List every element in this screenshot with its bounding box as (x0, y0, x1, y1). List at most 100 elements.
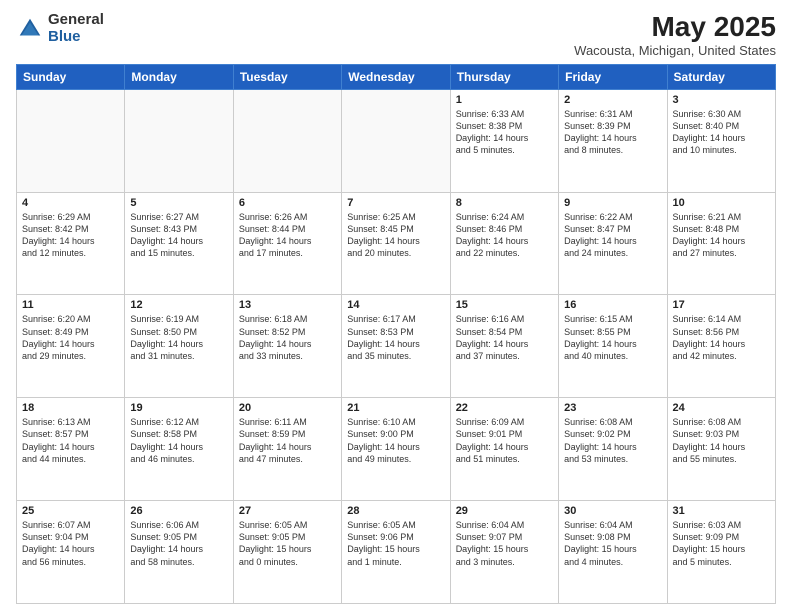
calendar-cell-1-0: 4Sunrise: 6:29 AM Sunset: 8:42 PM Daylig… (17, 192, 125, 295)
day-info-4-4: Sunrise: 6:04 AM Sunset: 9:07 PM Dayligh… (456, 519, 553, 568)
day-info-3-3: Sunrise: 6:10 AM Sunset: 9:00 PM Dayligh… (347, 416, 444, 465)
generalblue-logo-icon (16, 15, 44, 43)
day-info-1-3: Sunrise: 6:25 AM Sunset: 8:45 PM Dayligh… (347, 211, 444, 260)
day-info-4-5: Sunrise: 6:04 AM Sunset: 9:08 PM Dayligh… (564, 519, 661, 568)
calendar-cell-1-4: 8Sunrise: 6:24 AM Sunset: 8:46 PM Daylig… (450, 192, 558, 295)
day-info-3-2: Sunrise: 6:11 AM Sunset: 8:59 PM Dayligh… (239, 416, 336, 465)
day-number-0-6: 3 (673, 94, 770, 106)
page: General Blue May 2025 Wacousta, Michigan… (0, 0, 792, 612)
calendar-cell-2-3: 14 Sunrise: 6:17 AM Sunset: 8:53 PM Dayli… (342, 295, 450, 398)
calendar-cell-1-3: 7 Sunrise: 6:25 AM Sunset: 8:45 PM Daylig… (342, 192, 450, 295)
day-number-2-0: 11 (22, 299, 119, 311)
calendar-cell-0-0 (17, 89, 125, 192)
day-number-4-5: 30 (564, 505, 661, 517)
day-info-2-0: Sunrise: 6:20 AM Sunset: 8:49 PM Dayligh… (22, 313, 119, 362)
header-tuesday: Tuesday (233, 64, 341, 89)
calendar-cell-0-3 (342, 89, 450, 192)
day-number-3-1: 19 (130, 402, 227, 414)
calendar-cell-1-5: 9Sunrise: 6:22 AM Sunset: 8:47 PM Daylig… (559, 192, 667, 295)
day-number-2-1: 12 (130, 299, 227, 311)
day-number-3-4: 22 (456, 402, 553, 414)
calendar-cell-3-5: 23Sunrise: 6:08 AM Sunset: 9:02 PM Dayli… (559, 398, 667, 501)
calendar-cell-3-2: 20Sunrise: 6:11 AM Sunset: 8:59 PM Dayli… (233, 398, 341, 501)
day-info-4-2: Sunrise: 6:05 AM Sunset: 9:05 PM Dayligh… (239, 519, 336, 568)
calendar-cell-4-5: 30 Sunrise: 6:04 AM Sunset: 9:08 PM Dayli… (559, 501, 667, 604)
day-number-1-1: 5 (130, 197, 227, 209)
header-wednesday: Wednesday (342, 64, 450, 89)
header-monday: Monday (125, 64, 233, 89)
calendar-table: Sunday Monday Tuesday Wednesday Thursday… (16, 64, 776, 604)
day-info-2-6: Sunrise: 6:14 AM Sunset: 8:56 PM Dayligh… (673, 313, 770, 362)
calendar-cell-2-4: 15 Sunrise: 6:16 AM Sunset: 8:54 PM Dayli… (450, 295, 558, 398)
day-number-1-2: 6 (239, 197, 336, 209)
day-info-1-5: Sunrise: 6:22 AM Sunset: 8:47 PM Dayligh… (564, 211, 661, 260)
calendar-cell-1-6: 10Sunrise: 6:21 AM Sunset: 8:48 PM Dayli… (667, 192, 775, 295)
header-thursday: Thursday (450, 64, 558, 89)
calendar-cell-0-4: 1 Sunrise: 6:33 AM Sunset: 8:38 PM Daylig… (450, 89, 558, 192)
calendar-cell-0-2 (233, 89, 341, 192)
day-info-1-6: Sunrise: 6:21 AM Sunset: 8:48 PM Dayligh… (673, 211, 770, 260)
day-info-4-0: Sunrise: 6:07 AM Sunset: 9:04 PM Dayligh… (22, 519, 119, 568)
day-number-3-3: 21 (347, 402, 444, 414)
calendar-cell-4-2: 27 Sunrise: 6:05 AM Sunset: 9:05 PM Dayli… (233, 501, 341, 604)
day-number-0-4: 1 (456, 94, 553, 106)
day-number-1-3: 7 (347, 197, 444, 209)
calendar-cell-2-1: 12Sunrise: 6:19 AM Sunset: 8:50 PM Dayli… (125, 295, 233, 398)
calendar-cell-2-5: 16Sunrise: 6:15 AM Sunset: 8:55 PM Dayli… (559, 295, 667, 398)
week-row-3: 18Sunrise: 6:13 AM Sunset: 8:57 PM Dayli… (17, 398, 776, 501)
day-info-2-4: Sunrise: 6:16 AM Sunset: 8:54 PM Dayligh… (456, 313, 553, 362)
calendar-cell-2-0: 11 Sunrise: 6:20 AM Sunset: 8:49 PM Dayli… (17, 295, 125, 398)
header-friday: Friday (559, 64, 667, 89)
logo: General Blue (16, 12, 104, 45)
day-info-0-5: Sunrise: 6:31 AM Sunset: 8:39 PM Dayligh… (564, 108, 661, 157)
day-number-3-5: 23 (564, 402, 661, 414)
day-number-4-2: 27 (239, 505, 336, 517)
day-number-4-0: 25 (22, 505, 119, 517)
day-info-3-0: Sunrise: 6:13 AM Sunset: 8:57 PM Dayligh… (22, 416, 119, 465)
day-info-3-1: Sunrise: 6:12 AM Sunset: 8:58 PM Dayligh… (130, 416, 227, 465)
day-info-0-6: Sunrise: 6:30 AM Sunset: 8:40 PM Dayligh… (673, 108, 770, 157)
week-row-1: 4Sunrise: 6:29 AM Sunset: 8:42 PM Daylig… (17, 192, 776, 295)
calendar-cell-3-6: 24Sunrise: 6:08 AM Sunset: 9:03 PM Dayli… (667, 398, 775, 501)
day-number-3-6: 24 (673, 402, 770, 414)
week-row-4: 25 Sunrise: 6:07 AM Sunset: 9:04 PM Dayli… (17, 501, 776, 604)
weekday-header-row: Sunday Monday Tuesday Wednesday Thursday… (17, 64, 776, 89)
day-info-3-4: Sunrise: 6:09 AM Sunset: 9:01 PM Dayligh… (456, 416, 553, 465)
header: General Blue May 2025 Wacousta, Michigan… (16, 12, 776, 58)
day-info-1-1: Sunrise: 6:27 AM Sunset: 8:43 PM Dayligh… (130, 211, 227, 260)
day-info-0-4: Sunrise: 6:33 AM Sunset: 8:38 PM Dayligh… (456, 108, 553, 157)
day-info-4-6: Sunrise: 6:03 AM Sunset: 9:09 PM Dayligh… (673, 519, 770, 568)
calendar-cell-3-0: 18Sunrise: 6:13 AM Sunset: 8:57 PM Dayli… (17, 398, 125, 501)
calendar-cell-4-3: 28Sunrise: 6:05 AM Sunset: 9:06 PM Dayli… (342, 501, 450, 604)
day-number-1-4: 8 (456, 197, 553, 209)
day-number-4-6: 31 (673, 505, 770, 517)
day-number-1-0: 4 (22, 197, 119, 209)
day-info-2-5: Sunrise: 6:15 AM Sunset: 8:55 PM Dayligh… (564, 313, 661, 362)
calendar-cell-0-1 (125, 89, 233, 192)
calendar-cell-2-2: 13Sunrise: 6:18 AM Sunset: 8:52 PM Dayli… (233, 295, 341, 398)
calendar-cell-3-4: 22 Sunrise: 6:09 AM Sunset: 9:01 PM Dayli… (450, 398, 558, 501)
calendar-cell-2-6: 17 Sunrise: 6:14 AM Sunset: 8:56 PM Dayli… (667, 295, 775, 398)
day-info-4-1: Sunrise: 6:06 AM Sunset: 9:05 PM Dayligh… (130, 519, 227, 568)
calendar-cell-4-4: 29Sunrise: 6:04 AM Sunset: 9:07 PM Dayli… (450, 501, 558, 604)
day-number-2-3: 14 (347, 299, 444, 311)
logo-blue: Blue (48, 29, 104, 46)
day-number-4-1: 26 (130, 505, 227, 517)
day-number-0-5: 2 (564, 94, 661, 106)
calendar-cell-0-5: 2 Sunrise: 6:31 AM Sunset: 8:39 PM Daylig… (559, 89, 667, 192)
day-info-4-3: Sunrise: 6:05 AM Sunset: 9:06 PM Dayligh… (347, 519, 444, 568)
calendar-cell-4-6: 31 Sunrise: 6:03 AM Sunset: 9:09 PM Dayli… (667, 501, 775, 604)
header-saturday: Saturday (667, 64, 775, 89)
week-row-0: 1 Sunrise: 6:33 AM Sunset: 8:38 PM Daylig… (17, 89, 776, 192)
day-number-2-4: 15 (456, 299, 553, 311)
day-number-2-6: 17 (673, 299, 770, 311)
calendar-cell-1-2: 6Sunrise: 6:26 AM Sunset: 8:44 PM Daylig… (233, 192, 341, 295)
header-sunday: Sunday (17, 64, 125, 89)
day-info-2-3: Sunrise: 6:17 AM Sunset: 8:53 PM Dayligh… (347, 313, 444, 362)
title-month: May 2025 (574, 12, 776, 43)
logo-text: General Blue (48, 12, 104, 45)
calendar-cell-3-1: 19 Sunrise: 6:12 AM Sunset: 8:58 PM Dayli… (125, 398, 233, 501)
title-location: Wacousta, Michigan, United States (574, 43, 776, 58)
week-row-2: 11 Sunrise: 6:20 AM Sunset: 8:49 PM Dayli… (17, 295, 776, 398)
calendar-cell-3-3: 21 Sunrise: 6:10 AM Sunset: 9:00 PM Dayli… (342, 398, 450, 501)
